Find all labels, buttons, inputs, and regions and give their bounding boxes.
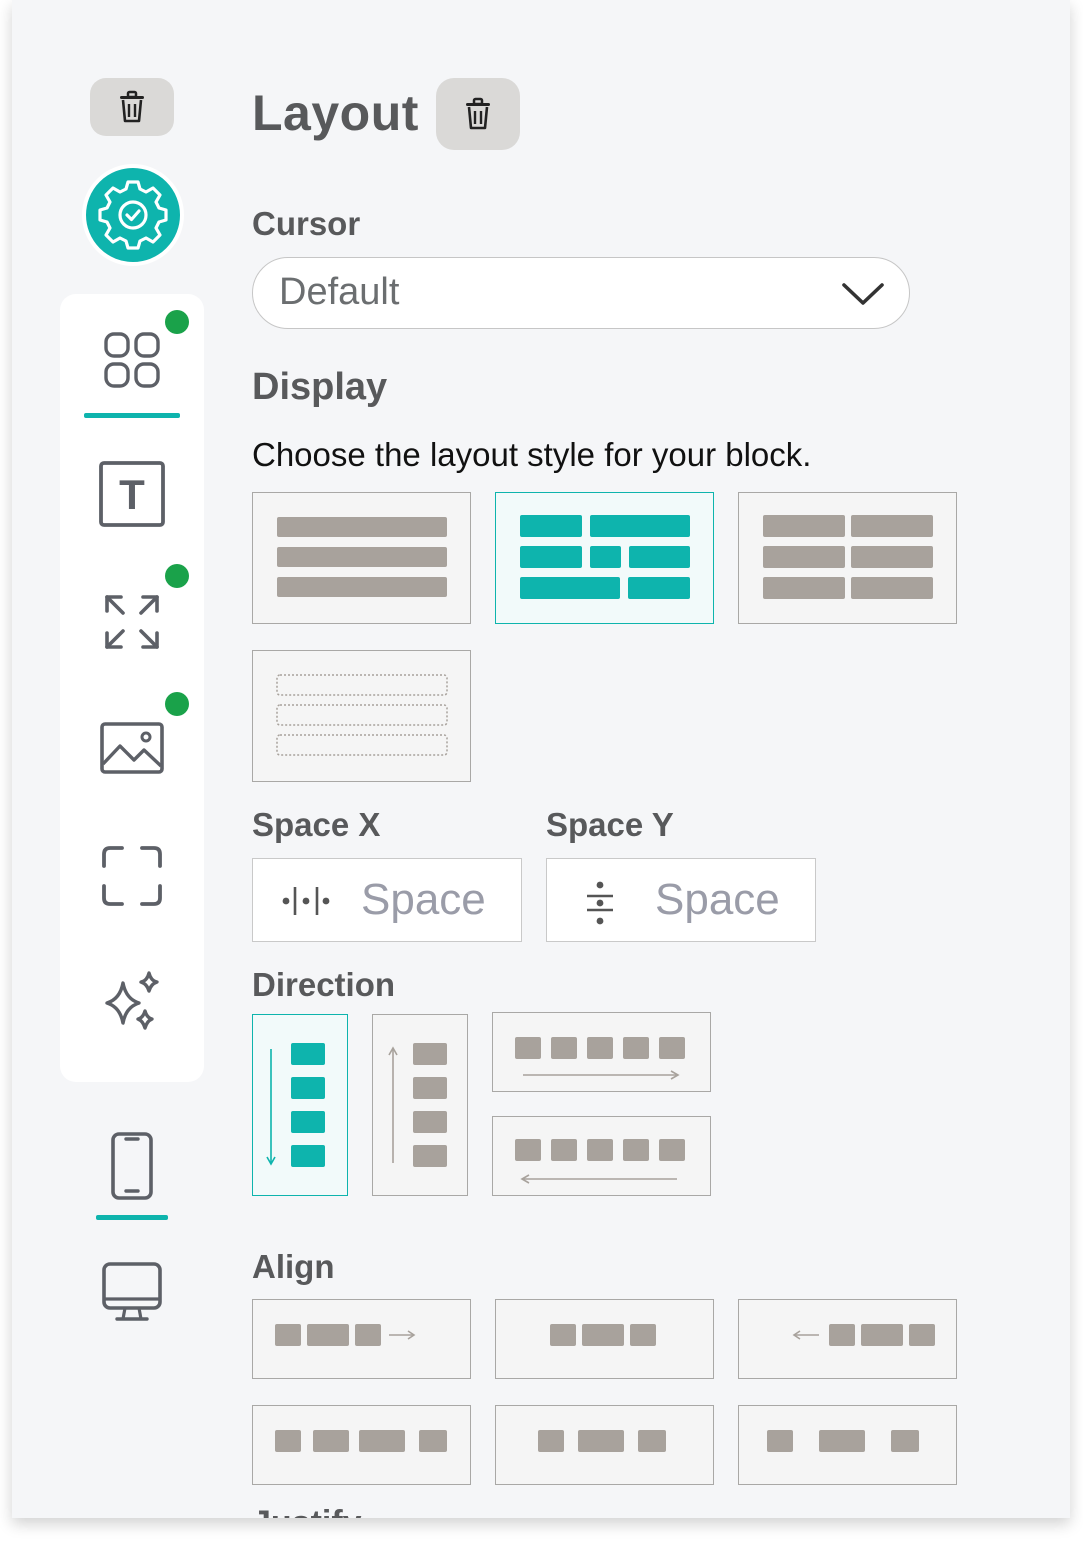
layout-settings-panel: T Layout Cursor Default Display Choose t… xyxy=(12,0,1070,1518)
next-section-heading-partial: Justify xyxy=(252,1506,362,1518)
frame-corners-icon xyxy=(102,846,162,906)
cursor-select-value: Default xyxy=(279,271,400,313)
align-option-center[interactable] xyxy=(495,1299,714,1379)
device-mobile-button[interactable] xyxy=(82,1116,182,1216)
svg-text:T: T xyxy=(119,471,145,518)
device-active-indicator xyxy=(96,1215,168,1220)
active-indicator xyxy=(84,413,180,418)
space-x-label: Space X xyxy=(252,806,381,843)
panel-title: Layout xyxy=(252,85,419,141)
status-dot xyxy=(165,692,189,716)
status-dot xyxy=(165,564,189,588)
align-option-space-around[interactable] xyxy=(495,1405,714,1485)
direction-heading: Direction xyxy=(252,966,396,1003)
display-option-outlined-rows[interactable] xyxy=(252,650,471,782)
grid-layout-icon xyxy=(104,332,160,388)
trash-icon xyxy=(466,97,490,130)
trash-icon xyxy=(120,90,144,123)
image-icon xyxy=(100,722,164,774)
space-y-label: Space Y xyxy=(546,806,674,843)
gear-check-icon xyxy=(98,180,168,250)
direction-option-column[interactable] xyxy=(252,1014,348,1196)
direction-option-column-reverse[interactable] xyxy=(372,1014,468,1196)
space-y-input[interactable]: Space xyxy=(546,858,816,942)
display-option-grid[interactable] xyxy=(495,492,714,624)
horizontal-spacing-icon xyxy=(282,887,330,915)
align-option-end[interactable] xyxy=(738,1299,957,1379)
rail-item-text[interactable]: T xyxy=(60,444,204,544)
direction-option-row-reverse[interactable] xyxy=(492,1116,711,1196)
status-dot xyxy=(165,310,189,334)
chevron-down-icon xyxy=(842,283,884,305)
rail-item-effects[interactable] xyxy=(60,952,204,1052)
device-desktop-button[interactable] xyxy=(82,1242,182,1342)
expand-arrows-icon xyxy=(105,595,159,649)
direction-option-row[interactable] xyxy=(492,1012,711,1092)
display-heading: Display xyxy=(252,366,388,408)
tool-rail: T xyxy=(60,294,204,1082)
text-t-icon: T xyxy=(99,461,165,527)
align-option-space-evenly[interactable] xyxy=(738,1405,957,1485)
align-option-start[interactable] xyxy=(252,1299,471,1379)
vertical-spacing-icon xyxy=(587,881,613,925)
align-option-space-between[interactable] xyxy=(252,1405,471,1485)
settings-button[interactable] xyxy=(82,164,184,266)
sparkles-icon xyxy=(105,971,159,1030)
delete-layout-button[interactable] xyxy=(436,78,520,150)
space-x-placeholder: Space xyxy=(361,875,486,924)
display-description: Choose the layout style for your block. xyxy=(252,436,812,473)
desktop-monitor-icon xyxy=(102,1262,162,1321)
rail-item-spacing[interactable] xyxy=(60,826,204,926)
align-heading: Align xyxy=(252,1248,335,1285)
display-option-stacked-rows[interactable] xyxy=(252,492,471,624)
space-x-input[interactable]: Space xyxy=(252,858,522,942)
delete-block-button[interactable] xyxy=(90,78,174,136)
cursor-label: Cursor xyxy=(252,205,361,242)
mobile-phone-icon xyxy=(111,1132,153,1200)
display-option-split-columns[interactable] xyxy=(738,492,957,624)
space-y-placeholder: Space xyxy=(655,875,780,924)
rail-item-size[interactable] xyxy=(60,572,204,672)
cursor-select[interactable]: Default xyxy=(252,257,910,329)
